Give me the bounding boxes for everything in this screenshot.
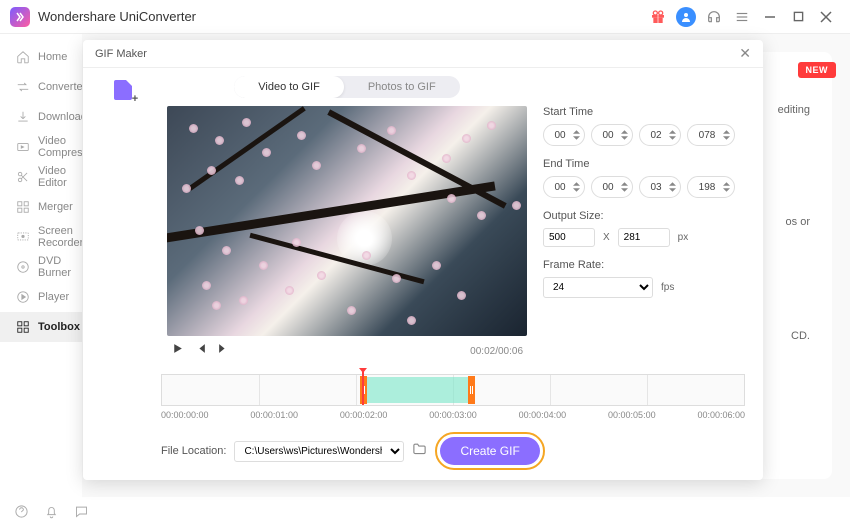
background-text: editing <box>778 104 810 116</box>
sidebar-item-label: Screen Recorder <box>38 225 83 249</box>
play-button[interactable] <box>171 342 184 360</box>
start-ss-spinner[interactable]: 02 <box>639 124 681 146</box>
background-text: CD. <box>791 330 810 342</box>
frame-rate-label: Frame Rate: <box>543 259 749 271</box>
output-width-input[interactable] <box>543 228 595 247</box>
tab-photos-to-gif[interactable]: Photos to GIF <box>344 76 460 98</box>
sidebar-item-label: DVD Burner <box>38 255 82 279</box>
sidebar-item-converter[interactable]: Converter <box>0 72 82 102</box>
start-hh-spinner[interactable]: 00 <box>543 124 585 146</box>
sidebar-item-label: Merger <box>38 201 73 213</box>
file-location-select[interactable]: C:\Users\ws\Pictures\Wondershare <box>234 441 404 462</box>
notification-icon[interactable] <box>44 504 60 520</box>
modal-header: GIF Maker ✕ <box>83 40 763 68</box>
sidebar-item-label: Home <box>38 51 67 63</box>
output-height-input[interactable] <box>618 228 670 247</box>
end-time-label: End Time <box>543 158 749 170</box>
tab-video-to-gif[interactable]: Video to GIF <box>234 76 344 98</box>
output-size-label: Output Size: <box>543 210 749 222</box>
gift-icon[interactable] <box>644 3 672 31</box>
background-text: os or <box>786 216 810 228</box>
file-location-label: File Location: <box>161 445 226 457</box>
timeline-track[interactable] <box>161 374 745 406</box>
prev-frame-button[interactable] <box>194 342 207 360</box>
frame-rate-select[interactable]: 24 <box>543 277 653 298</box>
account-icon[interactable] <box>672 3 700 31</box>
fps-unit: fps <box>661 282 674 293</box>
modal-title: GIF Maker <box>95 48 147 60</box>
end-ss-spinner[interactable]: 03 <box>639 176 681 198</box>
bottom-bar <box>0 497 850 527</box>
next-frame-button[interactable] <box>217 342 230 360</box>
sidebar-item-label: Player <box>38 291 69 303</box>
selection-handle-right[interactable] <box>468 376 475 404</box>
start-mm-spinner[interactable]: 00 <box>591 124 633 146</box>
maximize-button[interactable] <box>784 3 812 31</box>
new-badge: NEW <box>798 62 837 78</box>
mode-tabs: Video to GIF Photos to GIF <box>167 76 527 98</box>
end-hh-spinner[interactable]: 00 <box>543 176 585 198</box>
create-gif-button[interactable]: Create GIF <box>440 437 539 465</box>
size-unit: px <box>678 232 689 243</box>
end-mm-spinner[interactable]: 00 <box>591 176 633 198</box>
create-button-highlight: Create GIF <box>435 432 544 470</box>
sidebar-item-label: Converter <box>38 81 86 93</box>
start-time-label: Start Time <box>543 106 749 118</box>
app-logo <box>10 7 30 27</box>
sidebar-item-recorder[interactable]: Screen Recorder <box>0 222 82 252</box>
timeline: 00:00:00:00 00:00:01:00 00:00:02:00 00:0… <box>83 370 763 420</box>
sidebar-item-dvd[interactable]: DVD Burner <box>0 252 82 282</box>
sidebar-item-merger[interactable]: Merger <box>0 192 82 222</box>
modal-footer: File Location: C:\Users\ws\Pictures\Wond… <box>83 420 763 470</box>
close-button[interactable] <box>812 3 840 31</box>
timeline-selection[interactable] <box>363 377 471 403</box>
open-folder-icon[interactable] <box>412 442 427 460</box>
sidebar-item-toolbox[interactable]: Toolbox <box>0 312 82 342</box>
sidebar-item-player[interactable]: Player <box>0 282 82 312</box>
start-ms-spinner[interactable]: 078 <box>687 124 735 146</box>
sidebar-item-compressor[interactable]: Video Compressor <box>0 132 82 162</box>
help-icon[interactable] <box>14 504 30 520</box>
sidebar-item-label: Toolbox <box>38 321 80 333</box>
menu-icon[interactable] <box>728 3 756 31</box>
timeline-labels: 00:00:00:00 00:00:01:00 00:00:02:00 00:0… <box>161 406 745 420</box>
sidebar-item-home[interactable]: Home <box>0 42 82 72</box>
sidebar-item-editor[interactable]: Video Editor <box>0 162 82 192</box>
close-icon[interactable]: ✕ <box>739 45 751 62</box>
end-ms-spinner[interactable]: 198 <box>687 176 735 198</box>
sidebar-item-downloader[interactable]: Downloader <box>0 102 82 132</box>
sidebar: Home Converter Downloader Video Compress… <box>0 34 82 497</box>
playhead[interactable] <box>362 369 364 405</box>
feedback-icon[interactable] <box>74 504 90 520</box>
app-title: Wondershare UniConverter <box>38 9 196 24</box>
playback-controls: 00:02/00:06 <box>167 336 527 366</box>
gif-maker-modal: GIF Maker ✕ + Video to GIF Photos to GIF <box>83 40 763 480</box>
add-file-icon[interactable]: + <box>114 80 136 102</box>
size-separator: X <box>603 232 610 243</box>
playback-time: 00:02/00:06 <box>470 346 523 357</box>
minimize-button[interactable] <box>756 3 784 31</box>
settings-panel: Start Time 00 00 02 078 End Time 00 00 0… <box>539 76 757 366</box>
sidebar-item-label: Video Editor <box>38 165 82 189</box>
video-preview[interactable] <box>167 106 527 336</box>
title-bar: Wondershare UniConverter <box>0 0 850 34</box>
chevron-down-icon <box>572 135 580 141</box>
support-icon[interactable] <box>700 3 728 31</box>
